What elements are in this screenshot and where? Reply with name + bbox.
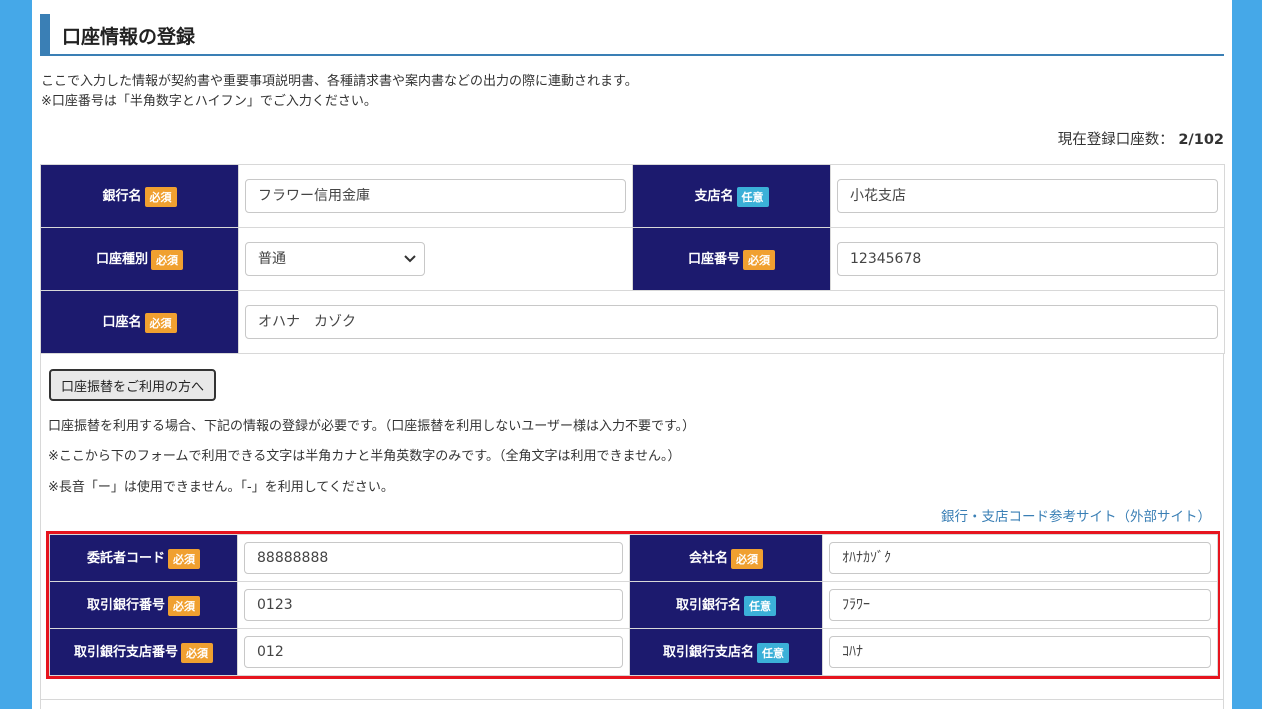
- required-badge: 必須: [181, 642, 213, 663]
- account-count-value: 2/102: [1178, 132, 1224, 148]
- account-count-label: 現在登録口座数：: [1057, 132, 1174, 148]
- bank-number-input[interactable]: 0123: [244, 589, 623, 621]
- highlight-box: 委託者コード 必須 88888888 会社名 必須 ｵﾊﾅｶｿﾞｸ 取引銀行番号 必須…: [46, 531, 1220, 679]
- section-header: 口座情報の登録: [40, 14, 1224, 56]
- consignor-code-label-cell: 委託者コード 必須: [49, 534, 238, 582]
- form-row: 口座名 必須 オハナ カゾク: [40, 290, 1225, 354]
- form-row: 委託者コード 必須 88888888 会社名 必須 ｵﾊﾅｶｿﾞｸ: [49, 534, 1218, 582]
- divider: [40, 699, 1224, 700]
- required-badge: 必須: [168, 548, 200, 569]
- required-badge: 必須: [144, 312, 177, 333]
- bank-number-label: 取引銀行番号: [86, 598, 165, 614]
- branch-number-label: 取引銀行支店番号: [73, 645, 178, 661]
- transfer-note-3: ※長音「ー」は使用できません。「-」を利用してください。: [48, 480, 394, 495]
- transfer-bank-name-label-cell: 取引銀行名 任意: [629, 581, 823, 629]
- intro-text: ここで入力した情報が契約書や重要事項説明書、各種請求書や案内書などの出力の際に連…: [41, 72, 638, 112]
- optional-badge: 任意: [757, 642, 789, 663]
- transfer-bank-name-cell: ﾌﾗﾜｰ: [822, 581, 1218, 629]
- branch-name-label: 支店名: [694, 189, 734, 205]
- account-number-label: 口座番号: [687, 252, 740, 268]
- company-name-label: 会社名: [688, 551, 728, 567]
- transfer-note-1: 口座振替を利用する場合、下記の情報の登録が必要です。（口座振替を利用しないユーザ…: [48, 419, 696, 434]
- consignor-code-label: 委託者コード: [86, 551, 165, 567]
- account-form-table: 銀行名 必須 フラワー信用金庫 支店名 任意 小花支店 口座種別 必須 普通 口…: [40, 164, 1225, 354]
- bank-name-label-cell: 銀行名 必須: [40, 164, 239, 228]
- bank-code-reference-link[interactable]: 銀行・支店コード参考サイト（外部サイト）: [941, 505, 1211, 525]
- required-badge: 必須: [144, 186, 177, 207]
- form-row: 口座種別 必須 普通 口座番号 必須 12345678: [40, 227, 1225, 291]
- branch-number-input[interactable]: 012: [244, 636, 623, 668]
- bank-name-input[interactable]: フラワー信用金庫: [245, 179, 626, 213]
- transfer-note-2: ※ここから下のフォームで利用できる文字は半角カナと半角英数字のみです。（全角文字…: [48, 449, 681, 464]
- account-type-cell: 普通: [238, 227, 633, 291]
- account-holder-cell: オハナ カゾク: [238, 290, 1225, 354]
- optional-badge: 任意: [744, 595, 776, 616]
- account-number-cell: 12345678: [830, 227, 1225, 291]
- bank-name-label: 銀行名: [102, 189, 142, 205]
- required-badge: 必須: [731, 548, 763, 569]
- transfer-bank-name-input[interactable]: ﾌﾗﾜｰ: [829, 589, 1211, 621]
- chevron-down-icon: [404, 255, 416, 263]
- required-badge: 必須: [151, 249, 183, 270]
- branch-number-cell: 012: [237, 628, 630, 676]
- required-badge: 必須: [743, 249, 775, 270]
- transfer-branch-name-input[interactable]: ｺﾊﾅ: [829, 636, 1211, 668]
- transfer-branch-name-cell: ｺﾊﾅ: [822, 628, 1218, 676]
- branch-name-input[interactable]: 小花支店: [837, 179, 1218, 213]
- account-number-label-cell: 口座番号 必須: [632, 227, 831, 291]
- intro-line-1: ここで入力した情報が契約書や重要事項説明書、各種請求書や案内書などの出力の際に連…: [41, 74, 638, 89]
- bank-name-cell: フラワー信用金庫: [238, 164, 633, 228]
- form-row: 銀行名 必須 フラワー信用金庫 支店名 任意 小花支店: [40, 164, 1225, 228]
- intro-line-2: ※口座番号は「半角数字とハイフン」でご入力ください。: [41, 94, 377, 109]
- page-title: 口座情報の登録: [62, 26, 196, 48]
- account-count: 現在登録口座数： 2/102: [1058, 128, 1224, 149]
- optional-badge: 任意: [736, 186, 769, 207]
- form-row: 取引銀行支店番号 必須 012 取引銀行支店名 任意 ｺﾊﾅ: [49, 628, 1218, 676]
- account-holder-label: 口座名: [102, 315, 142, 331]
- account-holder-input[interactable]: オハナ カゾク: [245, 305, 1218, 339]
- consignor-code-cell: 88888888: [237, 534, 630, 582]
- account-type-select[interactable]: 普通: [245, 242, 425, 276]
- transfer-info-button[interactable]: 口座振替をご利用の方へ: [49, 369, 217, 401]
- company-name-cell: ｵﾊﾅｶｿﾞｸ: [822, 534, 1218, 582]
- account-number-input[interactable]: 12345678: [837, 242, 1218, 276]
- transfer-bank-name-label: 取引銀行名: [675, 598, 741, 614]
- title-accent-bar: [40, 14, 50, 54]
- account-type-label: 口座種別: [95, 252, 148, 268]
- company-name-label-cell: 会社名 必須: [629, 534, 823, 582]
- branch-name-label-cell: 支店名 任意: [632, 164, 831, 228]
- company-name-input[interactable]: ｵﾊﾅｶｿﾞｸ: [829, 542, 1211, 574]
- consignor-code-input[interactable]: 88888888: [244, 542, 623, 574]
- account-type-value: 普通: [258, 251, 286, 267]
- transfer-form-table: 委託者コード 必須 88888888 会社名 必須 ｵﾊﾅｶｿﾞｸ 取引銀行番号 必須…: [49, 534, 1218, 676]
- account-holder-label-cell: 口座名 必須: [40, 290, 239, 354]
- form-row: 取引銀行番号 必須 0123 取引銀行名 任意 ﾌﾗﾜｰ: [49, 581, 1218, 629]
- main-panel: 口座情報の登録 ここで入力した情報が契約書や重要事項説明書、各種請求書や案内書な…: [32, 0, 1232, 709]
- transfer-branch-name-label-cell: 取引銀行支店名 任意: [629, 628, 823, 676]
- transfer-branch-name-label: 取引銀行支店名: [662, 645, 754, 661]
- required-badge: 必須: [168, 595, 200, 616]
- branch-number-label-cell: 取引銀行支店番号 必須: [49, 628, 238, 676]
- bank-number-cell: 0123: [237, 581, 630, 629]
- account-type-label-cell: 口座種別 必須: [40, 227, 239, 291]
- bank-number-label-cell: 取引銀行番号 必須: [49, 581, 238, 629]
- branch-name-cell: 小花支店: [830, 164, 1225, 228]
